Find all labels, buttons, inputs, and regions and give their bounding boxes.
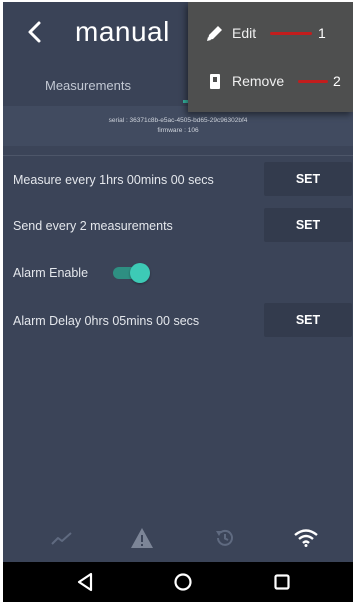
annotation-number-2: 2	[333, 73, 341, 89]
divider	[3, 155, 353, 156]
alarm-delay-row: Alarm Delay 0hrs 05mins 00 secs SET	[3, 301, 353, 341]
device-info: serial : 36371c8b-e5ac-4505-bd65-29c9630…	[3, 106, 353, 146]
toggle-thumb	[130, 263, 150, 283]
firmware-text: firmware : 106	[157, 127, 199, 134]
annotation-arrow-1	[270, 32, 312, 35]
home-circle-icon	[174, 573, 192, 591]
back-button[interactable]	[17, 14, 51, 50]
alarm-enable-row: Alarm Enable	[3, 253, 353, 293]
menu-item-edit[interactable]: Edit 1	[188, 10, 353, 56]
nav-chart-button[interactable]	[48, 524, 76, 552]
measure-interval-label: Measure every 1hrs 00mins 00 secs	[13, 173, 214, 187]
recents-square-icon	[274, 574, 290, 590]
bottom-nav	[3, 514, 353, 562]
measure-interval-row: Measure every 1hrs 00mins 00 secs SET	[3, 160, 353, 200]
chevron-left-icon	[28, 21, 41, 43]
measure-interval-set-button[interactable]: SET	[264, 162, 352, 196]
pencil-icon	[207, 26, 222, 41]
overflow-menu: Edit 1 Remove 2	[188, 2, 353, 112]
menu-edit-label: Edit	[232, 25, 257, 41]
alarm-delay-set-button[interactable]: SET	[264, 303, 352, 337]
annotation-number-1: 1	[318, 25, 326, 41]
system-recents-button[interactable]	[269, 570, 295, 594]
alarm-enable-label: Alarm Enable	[13, 266, 89, 280]
warning-icon	[131, 528, 153, 548]
chart-icon	[51, 532, 72, 545]
phone-screen: manual Measurements serial : 36371c8b-e5…	[3, 2, 353, 602]
trash-icon	[210, 74, 220, 89]
tab-measurements[interactable]: Measurements	[45, 64, 131, 106]
system-home-button[interactable]	[170, 570, 196, 594]
serial-text: serial : 36371c8b-e5ac-4505-bd65-29c9630…	[108, 117, 248, 124]
wifi-icon	[294, 529, 318, 547]
alarm-enable-toggle[interactable]	[111, 262, 151, 284]
send-interval-row: Send every 2 measurements SET	[3, 206, 353, 246]
annotation-arrow-2	[298, 80, 328, 83]
menu-item-remove[interactable]: Remove 2	[188, 58, 353, 104]
back-triangle-icon	[77, 572, 93, 592]
system-back-button[interactable]	[72, 570, 98, 594]
system-nav-bar	[3, 562, 353, 602]
nav-wifi-button[interactable]	[292, 524, 320, 552]
page-title: manual	[75, 16, 170, 47]
history-icon	[216, 529, 233, 546]
nav-alarm-button[interactable]	[128, 524, 156, 552]
nav-history-button[interactable]	[211, 524, 239, 552]
alarm-delay-label: Alarm Delay 0hrs 05mins 00 secs	[13, 314, 200, 328]
send-interval-label: Send every 2 measurements	[13, 219, 173, 233]
menu-remove-label: Remove	[232, 73, 285, 89]
send-interval-set-button[interactable]: SET	[264, 208, 352, 242]
